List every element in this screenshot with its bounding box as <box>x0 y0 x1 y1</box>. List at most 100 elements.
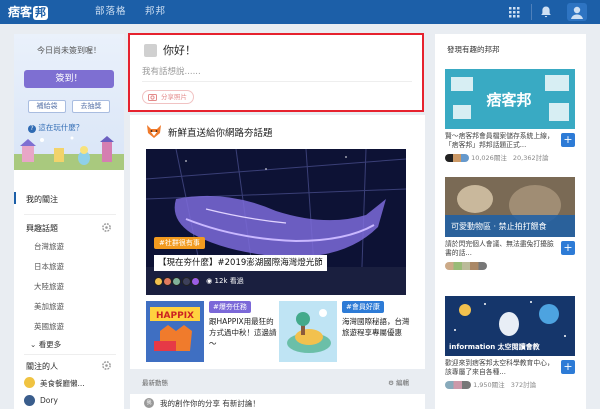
card-title[interactable]: 海灣國際秘語，台灣旅遊程享專屬優惠 <box>342 316 412 338</box>
sidebar-item-topic[interactable]: 大陸旅遊 <box>34 281 64 292</box>
lottery-button[interactable]: 去抽獎 <box>72 100 110 113</box>
whats-playing-link[interactable]: ? 這在玩什麼？ <box>28 122 83 133</box>
view-count: 12k 看過 <box>214 277 244 285</box>
nav-blog-link[interactable]: 部落格 <box>95 0 127 24</box>
latest-activity-header: 最新動態 ⚙ 編輯 <box>130 373 425 391</box>
greeting-text: 你好！ <box>163 44 196 57</box>
edit-button[interactable]: ⚙ 編輯 <box>388 377 409 387</box>
people-settings-gear-icon[interactable] <box>101 360 112 371</box>
eye-icon: ◉ <box>206 277 213 285</box>
checkin-panel: 今日尚未簽到喔！ 簽到！ 補給袋 去抽獎 ? 這在玩什麼？ <box>14 34 124 170</box>
avatar: 我 <box>144 398 154 408</box>
bang-stats <box>445 262 575 271</box>
checkin-button[interactable]: 簽到！ <box>24 70 114 88</box>
my-follow-link[interactable]: 我的關注 <box>26 194 58 205</box>
avatar <box>24 395 35 406</box>
question-icon: ? <box>28 125 36 133</box>
follow-plus-button[interactable]: + <box>561 133 575 147</box>
sidebar-divider <box>24 214 116 215</box>
share-photo-button[interactable]: 分享照片 <box>142 90 194 104</box>
my-shares-text: 我的創作你的分享 有新討論！ <box>160 399 260 408</box>
banner-caption: 可愛動物區 ‧ 禁止拍打餵食 <box>451 222 547 231</box>
chevron-down-icon: ⌄ <box>30 340 37 349</box>
avatar <box>190 276 200 286</box>
avatar <box>445 154 469 162</box>
person-name: Dory <box>40 396 58 405</box>
share-photo-label: 分享照片 <box>161 93 187 101</box>
follower-count: 1,950關注 <box>473 381 505 389</box>
bell-icon[interactable] <box>538 4 554 20</box>
post-input[interactable]: 我有話想說...... <box>142 62 412 82</box>
topic-card[interactable]: HAPPIX #爆夯任務 跟HAPPIX用最狂的方式過中秋！這邊請～ <box>146 301 277 362</box>
sidebar-item-topic[interactable]: 日本旅遊 <box>34 261 64 272</box>
bang-description: 賢～痞客邦會員檔案儲存系統上線，「痞客邦」邦邦話題正式... <box>445 132 554 149</box>
island-illustration-thumbnail <box>279 301 337 362</box>
checkin-status-text: 今日尚未簽到喔！ <box>37 46 101 55</box>
toolbar-divider <box>531 4 532 20</box>
pixnet-bang-banner: 痞客邦 <box>445 69 575 129</box>
post-count: 20,362討論 <box>512 154 549 162</box>
svg-text:HAPPIX: HAPPIX <box>156 311 194 321</box>
hero-meta: ◉ 12k 看過 <box>154 275 244 287</box>
followed-person[interactable]: 美食餐廳懶... <box>24 377 119 389</box>
hero-title[interactable]: 【現在夯什麼】#2019澎湖國際海灣燈光節 <box>154 255 327 271</box>
follow-plus-button[interactable]: + <box>561 241 575 255</box>
bang-card[interactable]: 可愛動物區 ‧ 禁止拍打餵食 請於閃完個人會議、無法盡兔打擾臉書的話... + <box>445 177 575 275</box>
topic-card[interactable]: #會員好康 海灣國際秘語，台灣旅遊程享專屬優惠 <box>279 301 410 362</box>
avatar <box>154 276 163 286</box>
follow-plus-button[interactable]: + <box>561 360 575 374</box>
checkin-scene-illustration <box>14 136 124 170</box>
latest-activity-label: 最新動態 <box>142 379 168 387</box>
logo-badge: 邦 <box>33 6 49 20</box>
topics-settings-gear-icon[interactable] <box>101 222 112 233</box>
follower-count: 10,026關注 <box>471 154 507 162</box>
supply-bag-button[interactable]: 補給袋 <box>28 100 66 113</box>
see-more-label: 看更多 <box>38 340 62 349</box>
right-sidebar: 發現有趣的邦邦 痞客邦 賢～痞客邦會員檔案儲存系統上線，「痞客邦」邦邦話題正式.… <box>435 34 586 409</box>
avatar <box>181 276 191 286</box>
featured-article[interactable]: #社群很有事 【現在夯什麼】#2019澎湖國際海灣燈光節 ◉ 12k 看過 <box>146 149 406 295</box>
card-tag-badge[interactable]: #爆夯任務 <box>209 301 251 313</box>
fox-mascot-icon <box>147 125 161 138</box>
whats-playing-label: 這在玩什麼？ <box>38 123 84 132</box>
logo-text: 痞客 <box>8 5 33 19</box>
active-indicator <box>14 192 16 204</box>
avatar <box>445 262 487 270</box>
post-count: 372討論 <box>510 381 537 389</box>
followed-person[interactable]: Dory <box>24 395 119 407</box>
sidebar-item-topic[interactable]: 美加旅遊 <box>34 301 64 312</box>
bang-card[interactable]: 痞客邦 賢～痞客邦會員檔案儲存系統上線，「痞客邦」邦邦話題正式... + 10,… <box>445 69 575 167</box>
bang-card[interactable]: information 太空閱讀會教 歡迎來到痞客邦太空科學教育中心，該專屬了來… <box>445 296 575 396</box>
apps-grid-icon[interactable] <box>506 4 522 20</box>
pixnet-logo[interactable]: 痞客邦 <box>8 3 62 21</box>
gear-icon: ⚙ <box>388 379 394 387</box>
feed-title: 新鮮直送給你網路夯話題 <box>168 128 273 139</box>
card-tag-badge[interactable]: #會員好康 <box>342 301 384 313</box>
person-name: 美食餐廳懶... <box>40 379 85 388</box>
camera-icon <box>148 94 157 101</box>
avatar <box>172 276 182 286</box>
my-shares-notice[interactable]: 我 我的創作你的分享 有新討論！ <box>130 394 425 409</box>
card-title[interactable]: 跟HAPPIX用最狂的方式過中秋！這邊請～ <box>209 316 279 349</box>
post-composer: 你好！ 我有話想說...... 分享照片 <box>128 33 424 112</box>
hero-tag-badge[interactable]: #社群很有事 <box>154 237 205 249</box>
bang-description: 歡迎來到痞客邦太空科學教育中心，該專屬了來自各種... <box>445 359 554 376</box>
top-navigation-bar: 痞客邦 部落格 邦邦 <box>0 0 600 24</box>
sidebar-item-topic[interactable]: 台灣旅遊 <box>34 241 64 252</box>
svg-text:痞客邦: 痞客邦 <box>486 91 531 109</box>
bang-stats: 1,950關注 372討論 <box>445 381 575 390</box>
whale-lights-photo <box>146 149 406 295</box>
bang-stats: 10,026關注 20,362討論 <box>445 154 575 163</box>
interest-topics-title: 興趣話題 <box>26 224 58 233</box>
see-more-link[interactable]: ⌄ 看更多 <box>30 339 61 350</box>
sidebar-item-topic[interactable]: 英國旅遊 <box>34 321 64 332</box>
edit-label: 編輯 <box>396 379 409 387</box>
banner-caption: information 太空閱讀會教 <box>449 343 540 351</box>
followed-people-title: 關注的人 <box>26 362 58 371</box>
hot-topics-feed: 新鮮直送給你網路夯話題 #社群很有事 【現在夯什麼】#2019澎湖國際海灣燈光節… <box>130 115 425 369</box>
user-avatar-icon[interactable] <box>567 3 587 21</box>
discover-title: 發現有趣的邦邦 <box>447 45 500 54</box>
left-sidebar: 今日尚未簽到喔！ 簽到！ 補給袋 去抽獎 ? 這在玩什麼？ 我的關注 興趣話題 … <box>14 34 124 409</box>
avatar <box>24 377 35 388</box>
nav-bang-link[interactable]: 邦邦 <box>145 0 166 24</box>
